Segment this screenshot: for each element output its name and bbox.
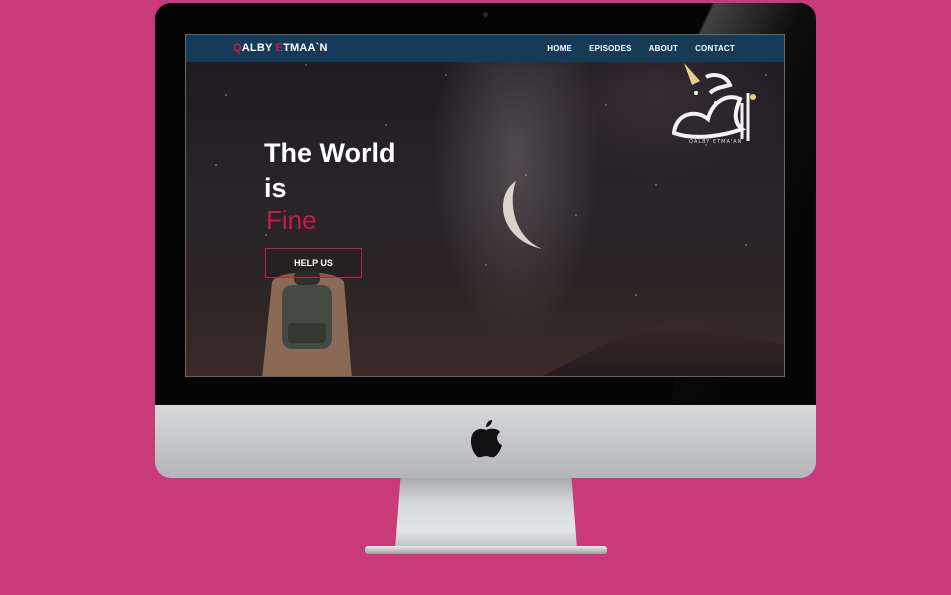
brand-logo-text[interactable]: QALBY ETMAA`N	[233, 42, 328, 54]
website-screen: QALBY ETMAA`N HOME EPISODES ABOUT CONTAC…	[185, 34, 785, 377]
apple-icon	[470, 420, 502, 458]
hero-heading: The World is	[264, 136, 396, 206]
logo-subtitle: QALBY ETMA'AN	[689, 139, 743, 145]
camera-dot	[483, 12, 488, 17]
brand-letter-q: Q	[233, 42, 242, 54]
brand-letter-e: E	[275, 42, 284, 54]
imac-stand-base	[365, 546, 607, 554]
brand-word-1: ALBY	[241, 42, 276, 54]
nav-link-episodes[interactable]: EPISODES	[589, 44, 632, 53]
hero-accent-word: Fine	[266, 205, 317, 235]
hero-line-1: The World	[264, 138, 396, 168]
nav-links: HOME EPISODES ABOUT CONTACT	[547, 44, 735, 53]
imac-stand	[395, 478, 577, 548]
nav-link-home[interactable]: HOME	[547, 44, 572, 53]
hero-line-2: is	[264, 173, 287, 203]
moon-icon	[502, 181, 542, 249]
nav-link-contact[interactable]: CONTACT	[695, 44, 735, 53]
top-navbar: QALBY ETMAA`N HOME EPISODES ABOUT CONTAC…	[186, 35, 784, 62]
brand-word-2: TMAA`N	[283, 42, 328, 54]
mockup-stage: QALBY ETMAA`N HOME EPISODES ABOUT CONTAC…	[0, 0, 951, 595]
nav-link-about[interactable]: ABOUT	[649, 44, 678, 53]
help-us-button[interactable]: HELP US	[265, 248, 362, 278]
calligraphy-logo-icon	[671, 63, 756, 141]
